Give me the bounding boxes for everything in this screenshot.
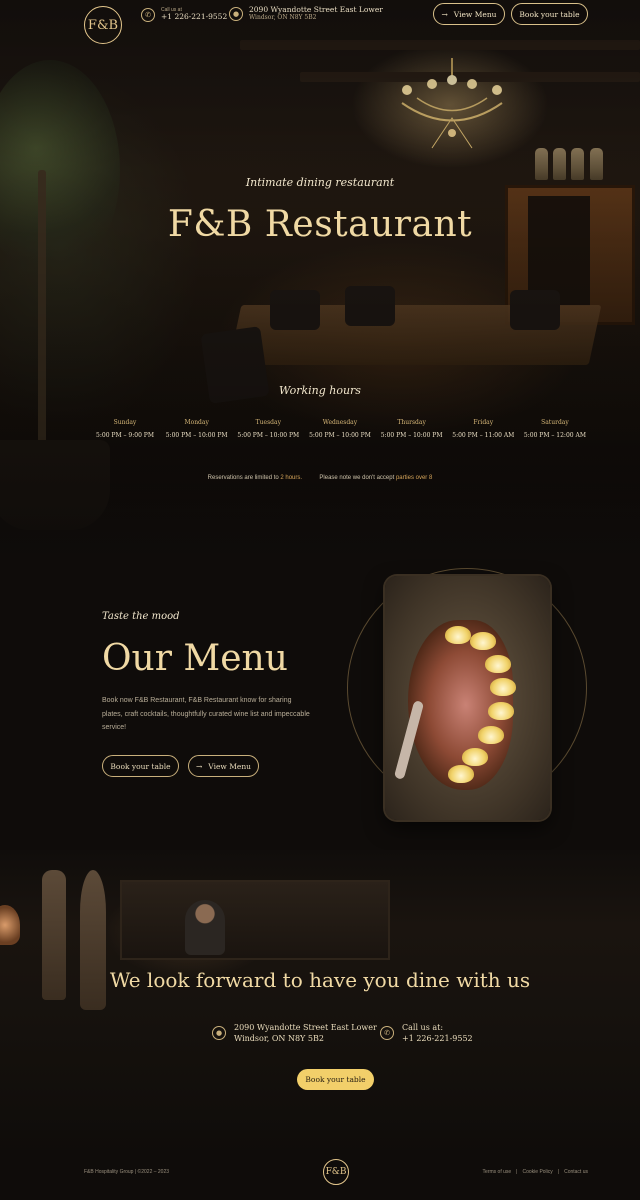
note-text: Please note we don't accept	[319, 475, 395, 481]
day-monday: Monday 5:00 PM – 10:00 PM	[162, 419, 232, 439]
hero-tagline: Intimate dining restaurant	[245, 176, 395, 189]
note-text: Reservations are limited to	[207, 475, 279, 481]
terms-link[interactable]: Terms of use	[483, 1169, 512, 1175]
hero-title: F&B Restaurant	[167, 204, 473, 245]
address-line2: Windsor, ON N8Y 5B2	[234, 1034, 324, 1043]
call-label: Call us at:	[402, 1023, 444, 1032]
phone-number: +1 226-221-9552	[402, 1034, 473, 1043]
cookie-policy-link[interactable]: Cookie Policy	[522, 1169, 552, 1175]
menu-tagline: Taste the mood	[102, 611, 180, 622]
copyright-text: F&B Hospitality Group | ©2022 – 2023	[84, 1169, 170, 1175]
cta-address[interactable]: ● 2090 Wyandotte Street East Lower Winds…	[212, 1022, 377, 1044]
day-hours: 5:00 PM – 10:00 PM	[380, 432, 443, 439]
lemon-slice-image	[448, 765, 474, 783]
day-name: Wednesday	[322, 419, 358, 426]
view-menu-label: View Menu	[208, 761, 251, 771]
day-wednesday: Wednesday 5:00 PM – 10:00 PM	[305, 419, 375, 439]
lemon-slice-image	[485, 655, 511, 673]
day-hours: 5:00 PM – 11:00 AM	[452, 432, 515, 439]
day-thursday: Thursday 5:00 PM – 10:00 PM	[377, 419, 447, 439]
day-hours: 5:00 PM – 10:00 PM	[309, 432, 371, 439]
header-phone[interactable]: ✆ Call us at +1 226-221-9552	[141, 8, 227, 22]
phone-icon: ✆	[380, 1026, 394, 1040]
view-menu-label: View Menu	[453, 9, 497, 19]
menu-book-table-button[interactable]: Book your table	[102, 755, 179, 777]
day-name: Tuesday	[255, 419, 281, 426]
kitchen-window-image	[120, 880, 390, 960]
cta-phone[interactable]: ✆ Call us at: +1 226-221-9552	[380, 1022, 473, 1044]
day-name: Monday	[184, 419, 209, 426]
lemon-slice-image	[488, 702, 514, 720]
arrow-right-icon: →	[195, 761, 203, 771]
phone-icon: ✆	[141, 8, 155, 22]
cta-title: We look forward to have you dine with us	[109, 968, 531, 992]
location-pin-icon: ●	[212, 1026, 226, 1040]
day-friday: Friday 5:00 PM – 11:00 AM	[448, 419, 518, 439]
day-name: Saturday	[541, 419, 569, 426]
footer-links: Terms of use | Cookie Policy | Contact u…	[483, 1169, 588, 1175]
day-hours: 5:00 PM – 9:00 PM	[96, 432, 154, 439]
cta-book-table-button[interactable]: Book your table	[297, 1069, 374, 1090]
menu-view-menu-button[interactable]: → View Menu	[188, 755, 259, 777]
chef-image	[185, 900, 225, 955]
hero-section: Intimate dining restaurant F&B Restauran…	[0, 0, 640, 560]
site-footer: F&B Hospitality Group | ©2022 – 2023 F&B…	[0, 1155, 640, 1200]
lemon-slice-image	[478, 726, 504, 744]
note-highlight: parties over 8	[395, 475, 433, 481]
link-separator: |	[516, 1169, 518, 1175]
arrow-right-icon: →	[441, 9, 448, 19]
day-name: Friday	[473, 419, 494, 426]
address-line2: Windsor, ON N8Y 5B2	[249, 13, 317, 21]
location-pin-icon: ●	[229, 6, 243, 21]
phone-number: +1 226-221-9552	[161, 12, 228, 22]
site-header: F&B ✆ Call us at +1 226-221-9552 ● 2090 …	[0, 0, 640, 52]
note-highlight: 2 hours.	[280, 475, 303, 481]
menu-description: Book now F&B Restaurant, F&B Restaurant …	[102, 697, 310, 731]
day-saturday: Saturday 5:00 PM – 12:00 AM	[520, 419, 590, 439]
address-line1: 2090 Wyandotte Street East Lower	[234, 1023, 377, 1032]
lemon-slice-image	[470, 632, 496, 650]
day-name: Thursday	[397, 419, 426, 426]
menu-section: Taste the mood Our Menu Book now F&B Res…	[0, 560, 640, 850]
cta-section: We look forward to have you dine with us…	[0, 850, 640, 1155]
day-hours: 5:00 PM – 10:00 PM	[165, 432, 228, 439]
book-table-label: Book your table	[110, 761, 171, 771]
lemon-slice-image	[445, 626, 471, 644]
footer-logo[interactable]: F&B	[323, 1159, 349, 1185]
day-hours: 5:00 PM – 12:00 AM	[523, 432, 586, 439]
day-tuesday: Tuesday 5:00 PM – 10:00 PM	[233, 419, 303, 439]
header-address[interactable]: ● 2090 Wyandotte Street East Lower Winds…	[229, 5, 383, 22]
lemon-slice-image	[490, 678, 516, 696]
book-table-button[interactable]: Book your table	[511, 3, 588, 25]
lamp-image	[0, 905, 20, 945]
menu-title: Our Menu	[102, 638, 288, 679]
day-hours: 5:00 PM – 10:00 PM	[237, 432, 300, 439]
day-sunday: Sunday 5:00 PM – 9:00 PM	[90, 419, 160, 439]
view-menu-button[interactable]: → View Menu	[433, 3, 505, 25]
reservation-note: Reservations are limited to 2 hours. Ple…	[0, 475, 640, 481]
working-hours-list: Sunday 5:00 PM – 9:00 PM Monday 5:00 PM …	[90, 419, 590, 439]
logo[interactable]: F&B	[84, 6, 122, 44]
book-table-label: Book your table	[519, 9, 580, 19]
day-name: Sunday	[113, 419, 137, 426]
lemon-slice-image	[462, 748, 488, 766]
working-hours-title: Working hours	[279, 384, 361, 397]
link-separator: |	[557, 1169, 560, 1175]
contact-link[interactable]: Contact us	[564, 1169, 588, 1175]
